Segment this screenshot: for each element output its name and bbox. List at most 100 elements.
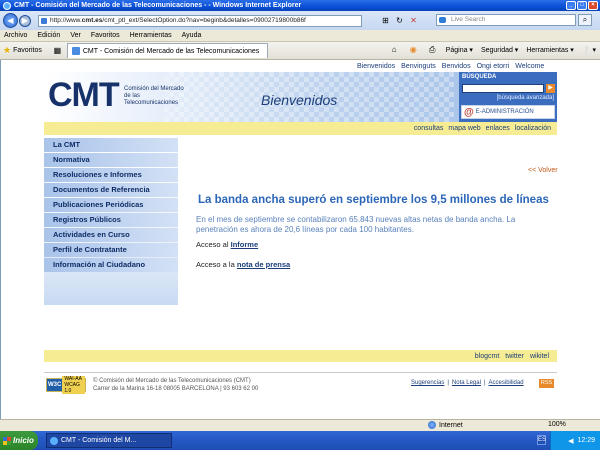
menu-ayuda[interactable]: Ayuda bbox=[182, 32, 202, 39]
wai-aa-badge[interactable]: W3C WAI-AA WCAG 1.0 bbox=[46, 376, 86, 394]
language-indicator[interactable]: ES bbox=[537, 435, 546, 445]
site-search-panel: BÚSQUEDA ▶ [búsqueda avanzada] @ E-ADMIN… bbox=[459, 72, 557, 122]
advanced-search-link[interactable]: [búsqueda avanzada] bbox=[497, 95, 554, 101]
access-press-line: Acceso a la nota de prensa bbox=[196, 260, 290, 269]
sidebar-item-documentos[interactable]: Documentos de Referencia bbox=[44, 183, 178, 197]
link-mapa-web[interactable]: mapa web bbox=[448, 125, 480, 132]
footer-divider bbox=[44, 372, 557, 373]
rss-button[interactable]: RSS bbox=[539, 379, 554, 388]
stop-icon[interactable]: ✕ bbox=[408, 15, 419, 26]
menu-favoritos[interactable]: Favoritos bbox=[91, 32, 120, 39]
link-sugerencias[interactable]: Sugerencias bbox=[411, 380, 444, 386]
link-twitter[interactable]: twitter bbox=[505, 353, 524, 360]
security-zone: Internet bbox=[428, 421, 463, 429]
maximize-button[interactable]: □ bbox=[577, 1, 587, 10]
lang-link-eu[interactable]: Ongi etorri bbox=[477, 63, 510, 70]
tab-title: CMT - Comisión del Mercado de las Teleco… bbox=[82, 47, 260, 55]
sidebar-item-informacion[interactable]: Información al Ciudadano bbox=[44, 258, 178, 272]
start-button[interactable]: Inicio bbox=[0, 431, 38, 450]
wcag-text: WCAG 1.0 bbox=[64, 382, 80, 394]
sidebar-item-registros[interactable]: Registros Públicos bbox=[44, 213, 178, 227]
link-nota-legal[interactable]: Nota Legal bbox=[452, 380, 481, 386]
sidebar-item-perfil[interactable]: Perfil de Contratante bbox=[44, 243, 178, 257]
w3c-mark: W3C bbox=[47, 379, 63, 391]
volume-icon[interactable]: ◀ bbox=[568, 437, 573, 445]
minimize-button[interactable]: _ bbox=[566, 1, 576, 10]
utility-links-bar: consultas mapa web enlaces localización bbox=[44, 122, 557, 135]
menu-ver[interactable]: Ver bbox=[70, 32, 81, 39]
clock[interactable]: 12:29 bbox=[577, 437, 595, 444]
sidebar-item-actividades[interactable]: Actividades en Curso bbox=[44, 228, 178, 242]
link-accesibilidad[interactable]: Accesibilidad bbox=[489, 380, 524, 386]
address-bar[interactable]: http://www.cmt.es/cmt_ptl_ext/SelectOpti… bbox=[38, 14, 362, 27]
favorites-button[interactable]: Favoritos bbox=[13, 47, 42, 54]
lang-link-ca[interactable]: Benvinguts bbox=[401, 63, 436, 70]
home-icon[interactable]: ⌂ bbox=[389, 44, 400, 55]
lang-link-es[interactable]: Bienvenidos bbox=[357, 63, 395, 70]
status-bar: Internet 100% bbox=[0, 419, 600, 431]
security-menu[interactable]: Seguridad ▾ bbox=[481, 46, 518, 54]
lang-link-en[interactable]: Welcome bbox=[515, 63, 544, 70]
compat-view-icon[interactable]: ⊞ bbox=[380, 15, 391, 26]
access-report-line: Acceso al Informe bbox=[196, 240, 258, 249]
site-search-go-button[interactable]: ▶ bbox=[546, 84, 555, 93]
ie-icon bbox=[3, 1, 11, 10]
language-links: Bienvenidos Benvinguts Benvidos Ongi eto… bbox=[357, 63, 544, 70]
zoom-control[interactable]: 100% bbox=[548, 421, 566, 428]
cmt-logo[interactable]: CMT bbox=[48, 78, 120, 112]
site-search-input[interactable] bbox=[462, 84, 544, 93]
favorites-star-icon[interactable]: ★ bbox=[3, 45, 11, 56]
menu-archivo[interactable]: Archivo bbox=[4, 32, 27, 39]
back-link[interactable]: << Volver bbox=[528, 167, 558, 174]
menu-bar: Archivo Edición Ver Favoritos Herramient… bbox=[0, 30, 600, 42]
window-title-bar: CMT - Comisión del Mercado de las Teleco… bbox=[0, 0, 600, 11]
back-button[interactable]: ◀ bbox=[3, 13, 18, 28]
wai-aa-label: WAI-AA WCAG 1.0 bbox=[62, 376, 85, 394]
link-enlaces[interactable]: enlaces bbox=[486, 125, 510, 132]
forward-button[interactable]: ▶ bbox=[19, 14, 31, 27]
link-wikitel[interactable]: wikitel bbox=[530, 353, 549, 360]
close-button[interactable]: × bbox=[588, 1, 598, 10]
link-consultas[interactable]: consultas bbox=[414, 125, 444, 132]
informe-link[interactable]: Informe bbox=[231, 240, 259, 249]
taskbar-item-ie[interactable]: CMT - Comisión del M... bbox=[46, 433, 172, 448]
print-icon[interactable]: ⎙ bbox=[427, 44, 438, 55]
address-prefix: http://www. bbox=[50, 16, 82, 24]
sidebar-item-resoluciones[interactable]: Resoluciones e Informes bbox=[44, 168, 178, 182]
sidebar-item-publicaciones[interactable]: Publicaciones Periódicas bbox=[44, 198, 178, 212]
menu-edicion[interactable]: Edición bbox=[37, 32, 60, 39]
address-toolbar: ◀ ▶ http://www.cmt.es/cmt_ptl_ext/Select… bbox=[0, 11, 600, 30]
sidebar-item-normativa[interactable]: Normativa bbox=[44, 153, 178, 167]
sidebar-nav: La CMT Normativa Resoluciones e Informes… bbox=[44, 138, 178, 305]
window-title: CMT - Comisión del Mercado de las Teleco… bbox=[14, 2, 302, 9]
link-blogcmt[interactable]: blogcmt bbox=[475, 353, 500, 360]
page-menu[interactable]: Página ▾ bbox=[446, 46, 473, 54]
page-viewport: Bienvenidos Benvinguts Benvidos Ongi eto… bbox=[0, 60, 600, 419]
taskbar: Inicio CMT - Comisión del M... ES ◀ 12:2… bbox=[0, 431, 600, 450]
start-label: Inicio bbox=[13, 436, 34, 445]
link-localizacion[interactable]: localización bbox=[515, 125, 551, 132]
sidebar-item-la-cmt[interactable]: La CMT bbox=[44, 138, 178, 152]
at-icon: @ bbox=[464, 106, 474, 118]
eadmin-label: E-ADMINISTRACIÓN bbox=[475, 109, 534, 115]
help-menu[interactable]: ❔ ▾ bbox=[582, 46, 596, 54]
globe-icon bbox=[428, 421, 436, 429]
refresh-icon[interactable]: ↻ bbox=[394, 15, 405, 26]
copyright-line-1: © Comisión del Mercado de las Telecomuni… bbox=[93, 378, 251, 384]
command-bar: ⌂ ◉ ⎙ Página ▾ Seguridad ▾ Herramientas … bbox=[389, 44, 596, 55]
feeds-icon[interactable]: ◉ bbox=[408, 44, 419, 55]
tools-menu[interactable]: Herramientas ▾ bbox=[526, 46, 573, 54]
taskbar-item-label: CMT - Comisión del M... bbox=[61, 437, 137, 444]
copyright-line-2: Carrer de la Marina 16-18 08005 BARCELON… bbox=[93, 386, 259, 392]
access-report-text: Acceso al bbox=[196, 240, 231, 249]
press-release-link[interactable]: nota de prensa bbox=[237, 260, 290, 269]
lang-link-gl[interactable]: Benvidos bbox=[442, 63, 471, 70]
welcome-heading: Bienvenidos bbox=[261, 92, 338, 108]
browser-tab[interactable]: CMT - Comisión del Mercado de las Teleco… bbox=[66, 43, 269, 58]
tab-grid-icon[interactable]: ▦ bbox=[52, 45, 63, 56]
address-tools: ⊞ ↻ ✕ bbox=[380, 15, 419, 26]
search-icon[interactable]: ⌕ bbox=[578, 14, 592, 26]
live-search-input[interactable]: Live Search bbox=[436, 14, 576, 26]
menu-herramientas[interactable]: Herramientas bbox=[130, 32, 172, 39]
eadministracion-link[interactable]: @ E-ADMINISTRACIÓN bbox=[461, 105, 555, 119]
